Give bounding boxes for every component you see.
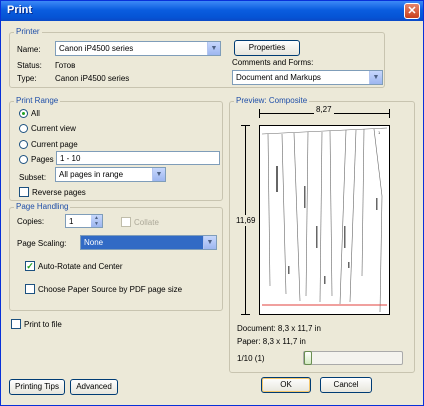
preview-group-label: Preview: Composite [234, 96, 310, 105]
ok-label: OK [280, 380, 292, 389]
print-range-group-label: Print Range [14, 96, 61, 105]
chevron-down-icon[interactable]: ▼ [203, 236, 216, 249]
range-all-label[interactable]: All [31, 109, 40, 118]
reverse-pages-label[interactable]: Reverse pages [32, 188, 86, 197]
subset-label: Subset: [19, 173, 47, 182]
page-slider-track[interactable] [303, 351, 403, 365]
cancel-label: Cancel [333, 380, 359, 389]
page-scaling-value: None [84, 238, 104, 247]
print-to-file-checkbox[interactable] [11, 319, 21, 329]
printer-name-value: Canon iP4500 series [59, 44, 134, 53]
range-current-view-radio[interactable] [19, 124, 28, 133]
cancel-button[interactable]: Cancel [320, 377, 372, 393]
page-preview-drawing: 1 [261, 127, 388, 313]
comments-forms-label: Comments and Forms: [232, 58, 314, 67]
page-handling-group-label: Page Handling [14, 202, 71, 211]
range-current-view-label[interactable]: Current view [31, 124, 76, 133]
printer-name-label: Name: [17, 45, 41, 54]
print-dialog: Print ✕ Printer Name: Canon iP4500 serie… [0, 0, 424, 406]
title-bar[interactable]: Print ✕ [1, 1, 423, 21]
subset-value: All pages in range [59, 170, 124, 179]
height-dimension-label: 11,69 [236, 215, 256, 226]
copies-stepper[interactable]: ▲ ▼ [91, 215, 102, 227]
pages-input-value: 1 - 10 [60, 154, 81, 163]
close-button[interactable]: ✕ [404, 3, 420, 19]
copies-value: 1 [69, 217, 74, 226]
collate-label: Collate [134, 218, 159, 227]
print-to-file-label[interactable]: Print to file [24, 320, 62, 329]
range-current-page-label[interactable]: Current page [31, 140, 78, 149]
page-slider-thumb[interactable] [304, 351, 312, 365]
status-label: Status: [17, 61, 42, 70]
chevron-down-icon[interactable]: ▼ [207, 42, 220, 55]
copies-label: Copies: [17, 217, 45, 226]
printing-tips-label: Printing Tips [14, 382, 60, 391]
page-indicator: 1/10 (1) [237, 354, 265, 363]
paper-size: Paper: 8,3 x 11,7 in [237, 337, 306, 346]
width-dimension-label: 8,27 [314, 105, 334, 114]
collate-checkbox[interactable] [121, 217, 131, 227]
page-scaling-select[interactable]: None ▼ [80, 235, 217, 250]
reverse-pages-checkbox[interactable] [19, 187, 29, 197]
type-label: Type: [17, 74, 37, 83]
paper-source-label[interactable]: Choose Paper Source by PDF page size [38, 285, 182, 294]
range-pages-radio[interactable] [19, 155, 28, 164]
advanced-button[interactable]: Advanced [70, 379, 118, 395]
close-icon: ✕ [407, 5, 417, 17]
chevron-down-icon[interactable]: ▼ [152, 168, 165, 181]
width-left-tick [259, 109, 260, 118]
copies-input[interactable]: 1 ▲ ▼ [65, 214, 103, 228]
comments-forms-select[interactable]: Document and Markups ▼ [232, 70, 383, 85]
svg-text:1: 1 [378, 130, 381, 135]
ok-button[interactable]: OK [261, 377, 311, 393]
page-scaling-label: Page Scaling: [17, 239, 67, 248]
type-value: Canon iP4500 series [55, 74, 130, 83]
subset-select[interactable]: All pages in range ▼ [55, 167, 166, 182]
range-all-radio[interactable] [19, 109, 28, 118]
paper-source-checkbox[interactable] [25, 284, 35, 294]
chevron-down-icon[interactable]: ▼ [369, 71, 382, 84]
auto-rotate-checkbox[interactable]: ✓ [25, 261, 35, 271]
status-value: Готов [55, 61, 76, 70]
page-preview: 1 [259, 125, 390, 315]
comments-forms-value: Document and Markups [236, 73, 321, 82]
printer-name-select[interactable]: Canon iP4500 series ▼ [55, 41, 221, 56]
height-top-tick [241, 125, 250, 126]
range-pages-label[interactable]: Pages [31, 155, 54, 164]
pages-input[interactable]: 1 - 10 [56, 151, 220, 165]
width-right-tick [389, 109, 390, 118]
range-current-page-radio[interactable] [19, 140, 28, 149]
printer-group-label: Printer [14, 27, 42, 36]
window-title: Print [7, 4, 33, 16]
height-bottom-tick [241, 314, 250, 315]
printing-tips-button[interactable]: Printing Tips [9, 379, 65, 395]
properties-button-label: Properties [248, 43, 286, 52]
advanced-label: Advanced [76, 382, 112, 391]
document-size: Document: 8,3 x 11,7 in [237, 324, 321, 333]
auto-rotate-label[interactable]: Auto-Rotate and Center [38, 262, 123, 271]
properties-button[interactable]: Properties [234, 40, 300, 56]
